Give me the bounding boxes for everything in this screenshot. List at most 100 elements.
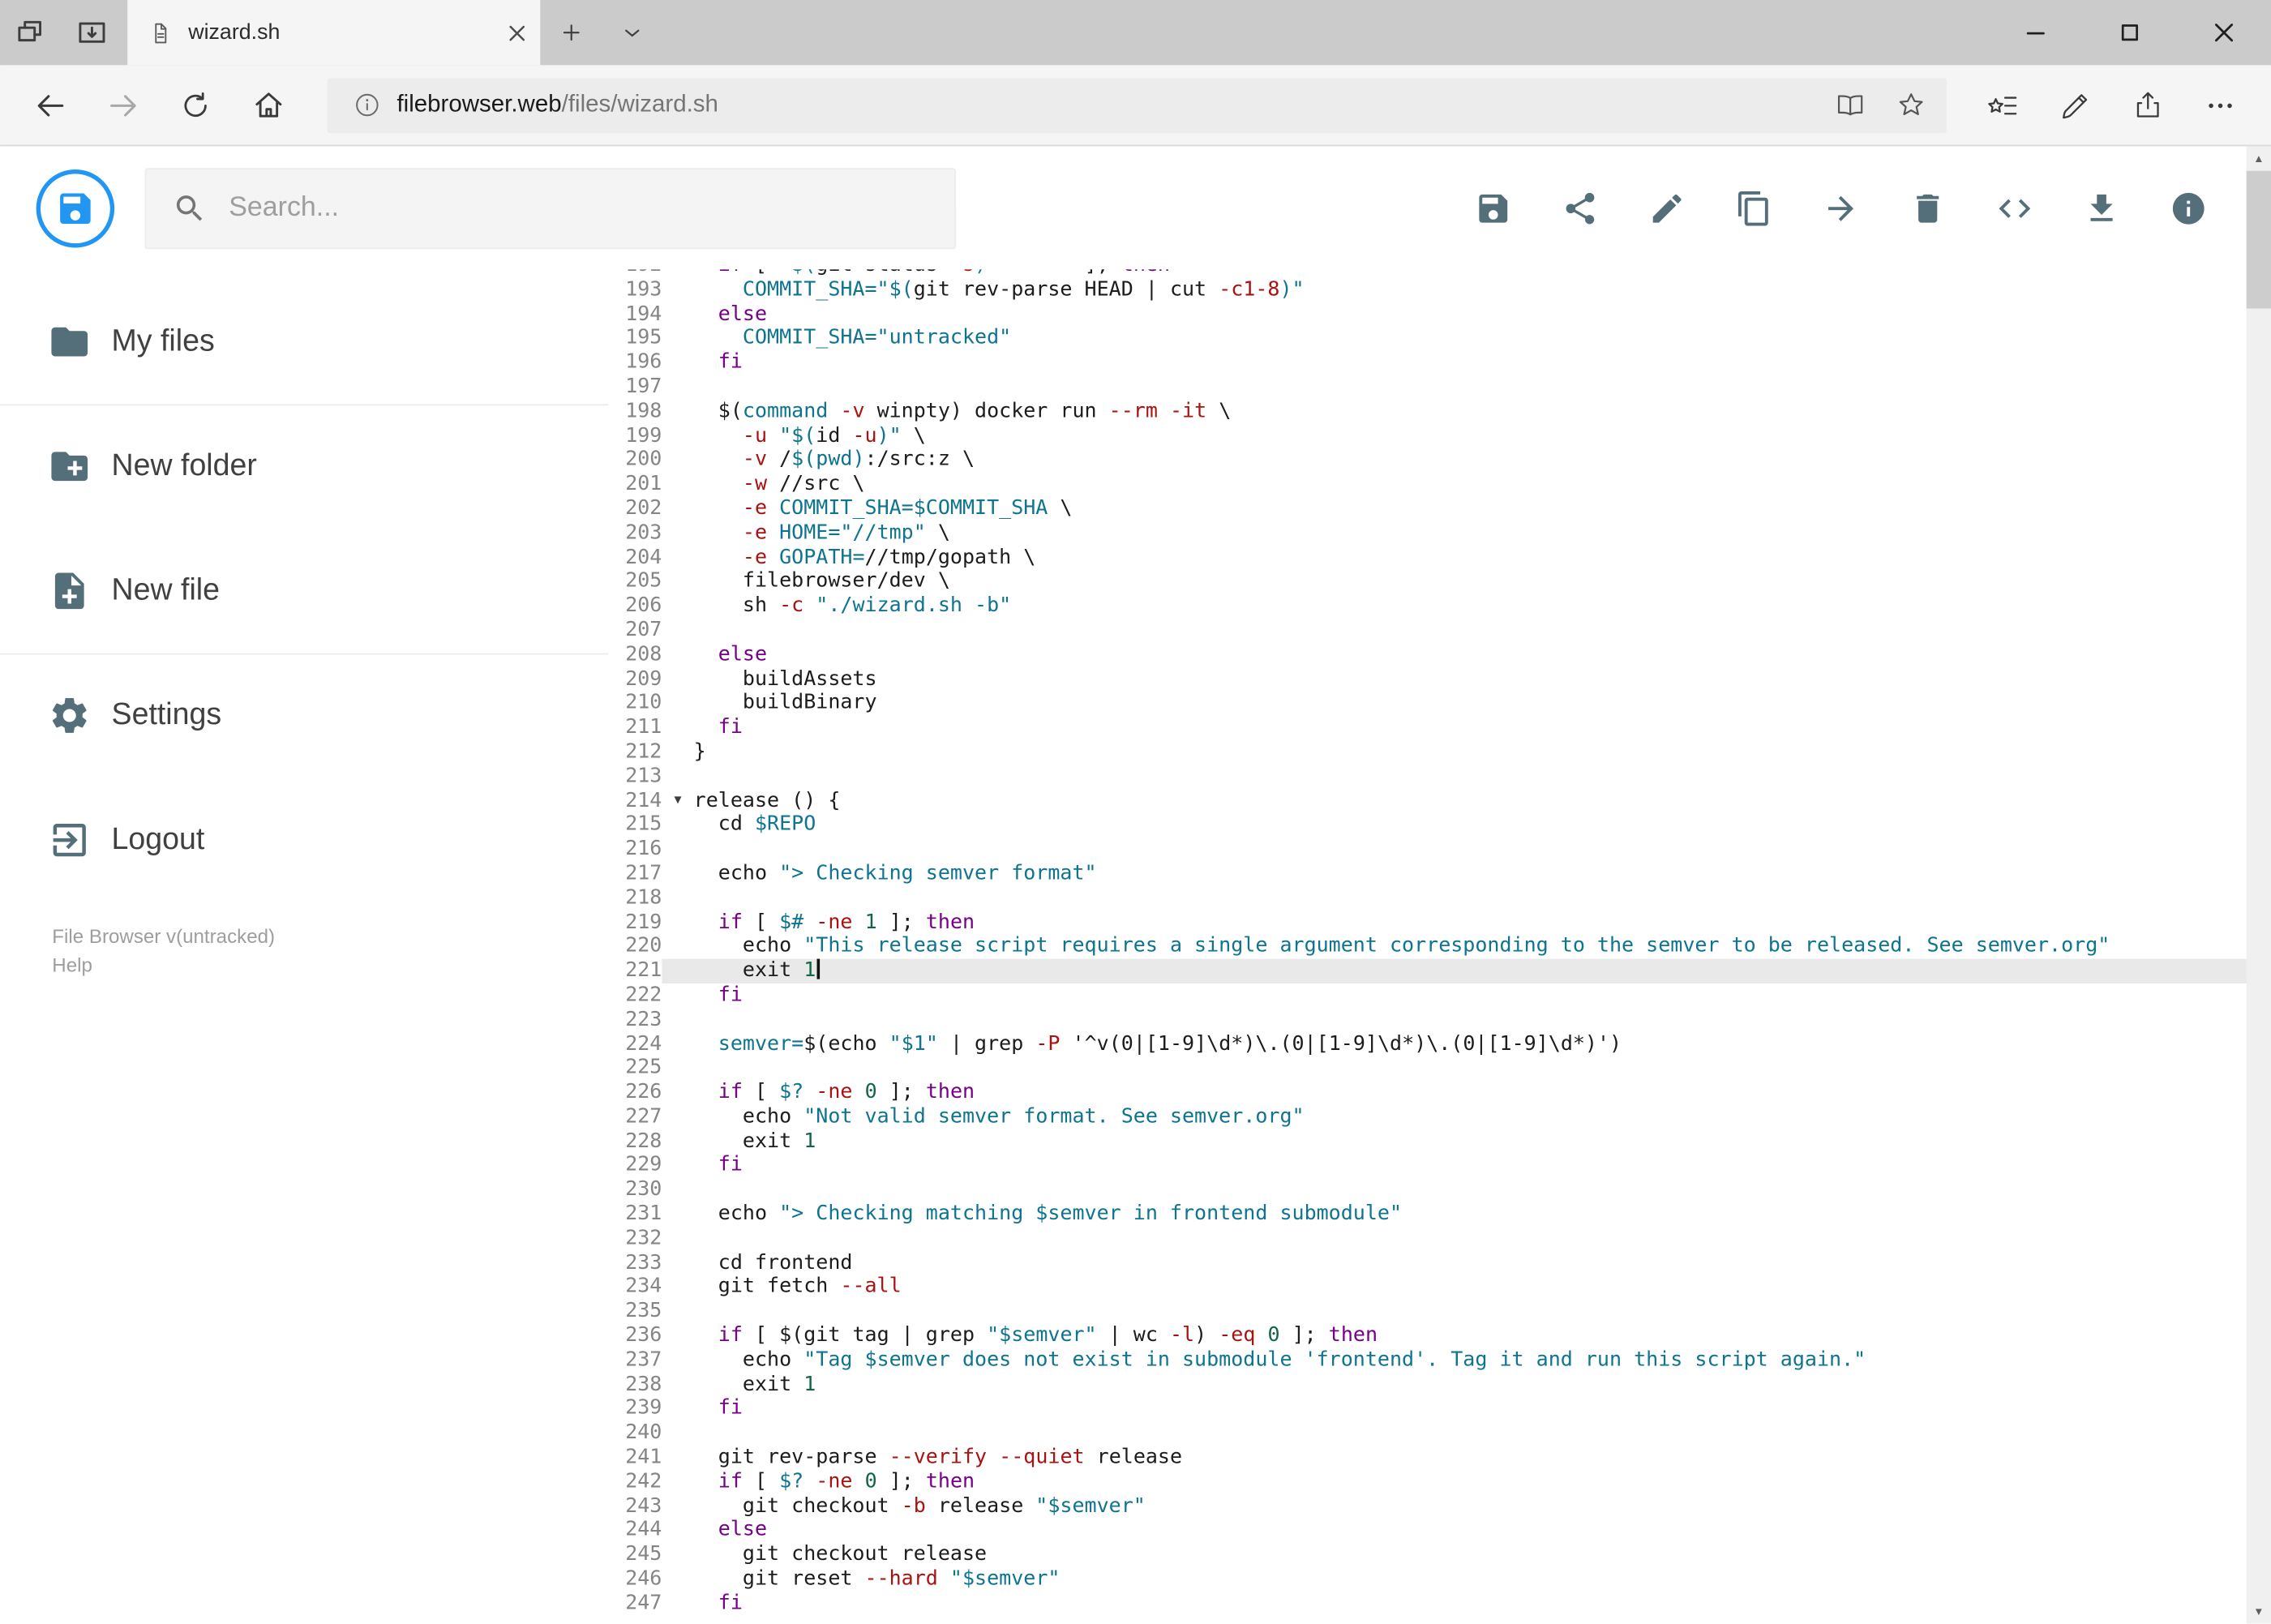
code-line[interactable]: 240 xyxy=(608,1421,2271,1446)
code-line[interactable]: 215 cd $REPO xyxy=(608,813,2271,838)
sidebar-item-my-files[interactable]: My files xyxy=(0,291,608,392)
app-logo[interactable] xyxy=(36,169,115,247)
restore-tabs-button[interactable] xyxy=(61,0,122,65)
code-line[interactable]: 196 fi xyxy=(608,351,2271,375)
page-scrollbar[interactable]: ▲ ▼ xyxy=(2246,146,2271,1624)
code-line[interactable]: 205 filebrowser/dev \ xyxy=(608,570,2271,594)
code-line[interactable]: 232 xyxy=(608,1227,2271,1251)
sidebar-item-settings[interactable]: Settings xyxy=(0,665,608,766)
code-line[interactable]: 198 $(command -v winpty) docker run --rm… xyxy=(608,400,2271,424)
code-line[interactable]: 209 buildAssets xyxy=(608,667,2271,692)
code-line[interactable]: 202 -e COMMIT_SHA=$COMMIT_SHA \ xyxy=(608,497,2271,521)
code-line[interactable]: 192 if [ "$(git status -s)" == "" ]; the… xyxy=(608,269,2271,277)
scroll-down-arrow[interactable]: ▼ xyxy=(2247,1599,2271,1623)
editor[interactable]: 192 if [ "$(git status -s)" == "" ]; the… xyxy=(608,269,2271,1624)
scroll-up-arrow[interactable]: ▲ xyxy=(2247,146,2271,170)
code-line[interactable]: 242 if [ $? -ne 0 ]; then xyxy=(608,1470,2271,1494)
search-input[interactable] xyxy=(229,191,929,224)
code-line[interactable]: 247 fi xyxy=(608,1592,2271,1616)
code-line[interactable]: 199 -u "$(id -u)" \ xyxy=(608,424,2271,448)
code-line[interactable]: 239 fi xyxy=(608,1397,2271,1421)
ink-notes-button[interactable] xyxy=(2039,73,2111,137)
sidebar-item-new-folder[interactable]: New folder xyxy=(0,416,608,517)
code-line[interactable]: 230 xyxy=(608,1178,2271,1202)
share-page-button[interactable] xyxy=(2112,73,2184,137)
code-line[interactable]: 237 echo "Tag $semver does not exist in … xyxy=(608,1348,2271,1373)
code-line[interactable]: 241 git rev-parse --verify --quiet relea… xyxy=(608,1446,2271,1470)
favorites-hub-button[interactable] xyxy=(1967,73,2039,137)
code-line[interactable]: 231 echo "> Checking matching $semver in… xyxy=(608,1202,2271,1227)
code-line[interactable]: 229 fi xyxy=(608,1154,2271,1178)
reading-view-button[interactable] xyxy=(1819,79,1880,131)
code-line[interactable]: 233 cd frontend xyxy=(608,1251,2271,1275)
save-button[interactable] xyxy=(1475,189,1512,226)
home-button[interactable] xyxy=(232,73,304,137)
tab-preview-button[interactable] xyxy=(601,0,662,65)
download-button[interactable] xyxy=(2083,189,2120,226)
code-line[interactable]: 222 fi xyxy=(608,983,2271,1008)
page-info-icon[interactable] xyxy=(342,92,392,119)
refresh-button[interactable] xyxy=(160,73,232,137)
info-button[interactable] xyxy=(2170,189,2207,226)
code-line[interactable]: 217 echo "> Checking semver format" xyxy=(608,862,2271,886)
copy-button[interactable] xyxy=(1735,189,1772,226)
code-line[interactable]: 224 semver=$(echo "$1" | grep -P '^v(0|[… xyxy=(608,1032,2271,1056)
code-line[interactable]: 216 xyxy=(608,838,2271,862)
code-line[interactable]: 204 -e GOPATH=//tmp/gopath \ xyxy=(608,546,2271,570)
close-window-button[interactable] xyxy=(2177,0,2271,65)
edit-button[interactable] xyxy=(1648,189,1686,226)
move-button[interactable] xyxy=(1822,189,1859,226)
back-button[interactable] xyxy=(15,73,87,137)
code-line[interactable]: 195 COMMIT_SHA="untracked" xyxy=(608,327,2271,351)
code-line[interactable]: 220 echo "This release script requires a… xyxy=(608,935,2271,959)
code-line[interactable]: 206 sh -c "./wizard.sh -b" xyxy=(608,594,2271,619)
code-line[interactable]: 227 echo "Not valid semver format. See s… xyxy=(608,1105,2271,1129)
code-line[interactable]: 210 buildBinary xyxy=(608,692,2271,716)
code-line[interactable]: 218 xyxy=(608,886,2271,911)
sidebar-item-new-file[interactable]: New file xyxy=(0,540,608,641)
maximize-button[interactable] xyxy=(2083,0,2177,65)
code-line[interactable]: 200 -v /$(pwd):/src:z \ xyxy=(608,448,2271,473)
code-line[interactable]: 212} xyxy=(608,740,2271,765)
code-line[interactable]: 234 git fetch --all xyxy=(608,1275,2271,1300)
help-link[interactable]: Help xyxy=(52,952,608,981)
code-line[interactable]: 236 if [ $(git tag | grep "$semver" | wc… xyxy=(608,1324,2271,1348)
code-view-button[interactable] xyxy=(1996,189,2033,226)
tab-close-button[interactable] xyxy=(508,24,525,41)
code-line[interactable]: 245 git checkout release xyxy=(608,1543,2271,1567)
more-button[interactable] xyxy=(2184,73,2256,137)
code-line[interactable]: 244 else xyxy=(608,1519,2271,1543)
share-button[interactable] xyxy=(1562,189,1599,226)
code-line[interactable]: 243 git checkout -b release "$semver" xyxy=(608,1494,2271,1519)
code-line[interactable]: 225 xyxy=(608,1056,2271,1081)
code-line[interactable]: 207 xyxy=(608,619,2271,643)
code-line[interactable]: 228 exit 1 xyxy=(608,1129,2271,1154)
code-line[interactable]: 201 -w //src \ xyxy=(608,473,2271,497)
search-box[interactable] xyxy=(144,167,957,249)
code-line[interactable]: 214 ▾ release () { xyxy=(608,789,2271,813)
code-line[interactable]: 194 else xyxy=(608,302,2271,327)
address-bar[interactable]: filebrowser.web/files/wizard.sh xyxy=(327,77,1947,133)
minimize-button[interactable] xyxy=(1989,0,2083,65)
code-line[interactable]: 221 exit 1 xyxy=(608,958,2271,983)
set-aside-tabs-button[interactable] xyxy=(0,0,61,65)
code-line[interactable]: 208 else xyxy=(608,643,2271,667)
code-line[interactable]: 211 fi xyxy=(608,716,2271,740)
new-tab-button[interactable] xyxy=(540,0,601,65)
forward-button[interactable] xyxy=(87,73,159,137)
scrollbar-thumb[interactable] xyxy=(2246,170,2271,309)
code-line[interactable]: 193 COMMIT_SHA="$(git rev-parse HEAD | c… xyxy=(608,278,2271,302)
code-line[interactable]: 226 if [ $? -ne 0 ]; then xyxy=(608,1081,2271,1105)
code-line[interactable]: 235 xyxy=(608,1300,2271,1324)
add-favorite-button[interactable] xyxy=(1880,79,1941,131)
sidebar-item-logout[interactable]: Logout xyxy=(0,790,608,891)
code-line[interactable]: 213 xyxy=(608,765,2271,789)
code-line[interactable]: 238 exit 1 xyxy=(608,1373,2271,1397)
code-line[interactable]: 246 git reset --hard "$semver" xyxy=(608,1567,2271,1592)
fold-marker-icon[interactable]: ▾ xyxy=(662,789,693,813)
code-line[interactable]: 203 -e HOME="//tmp" \ xyxy=(608,521,2271,546)
code-line[interactable]: 197 xyxy=(608,375,2271,400)
code-line[interactable]: 219 if [ $# -ne 1 ]; then xyxy=(608,911,2271,935)
browser-tab[interactable]: wizard.sh xyxy=(127,0,541,66)
code-line[interactable]: 223 xyxy=(608,1008,2271,1032)
